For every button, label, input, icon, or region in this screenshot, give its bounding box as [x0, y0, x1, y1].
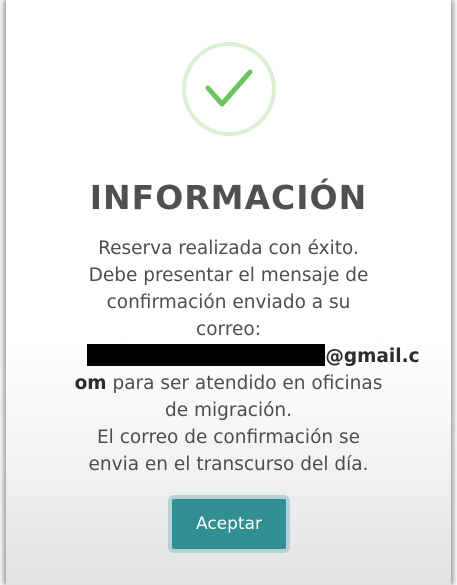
screen: INFORMACIÓN Reserva realizada con éxito.…: [0, 0, 457, 585]
dialog-message: Reserva realizada con éxito. Debe presen…: [6, 235, 451, 478]
accept-button[interactable]: Aceptar: [168, 495, 290, 553]
message-line: om para ser atendido en oficinas: [6, 370, 451, 397]
message-line: envia en el transcurso del día.: [88, 454, 369, 475]
email-line: @gmail.c: [6, 343, 451, 370]
dialog-title: INFORMACIÓN: [89, 178, 368, 217]
message-line: confirmación enviado a su: [106, 292, 351, 313]
redacted-email-block: [87, 344, 326, 366]
information-dialog: INFORMACIÓN Reserva realizada con éxito.…: [6, 0, 451, 585]
message-line: correo:: [196, 319, 261, 340]
email-domain-continued: om: [74, 373, 107, 394]
success-icon-circle: [182, 42, 276, 136]
message-line: El correo de confirmación se: [96, 427, 361, 448]
message-line: de migración.: [164, 400, 293, 421]
message-text: para ser atendido en oficinas: [106, 373, 383, 394]
message-line: Debe presentar el mensaje de: [88, 265, 369, 286]
check-icon: [205, 69, 253, 107]
message-line: Reserva realizada con éxito.: [98, 238, 359, 259]
email-domain: @gmail.c: [325, 346, 420, 367]
